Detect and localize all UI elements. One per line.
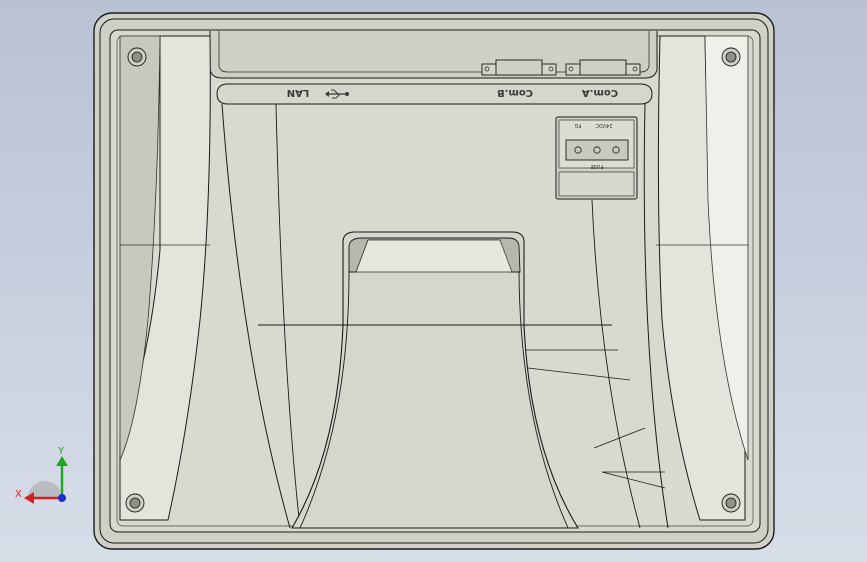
label-lan: LAN <box>287 87 309 98</box>
terminal-voltage-label: 24VDC <box>595 122 613 128</box>
screw-top-right <box>721 47 741 67</box>
triad-x-label: X <box>15 489 22 500</box>
cad-viewport[interactable]: 24VDC FG FUSE LAN Com.B Com.A Y X <box>0 0 867 562</box>
terminal-fg-label: FG <box>575 122 582 128</box>
screw-top-left <box>127 47 147 67</box>
screw-bottom-right <box>721 493 741 513</box>
device-back-panel: 24VDC FG FUSE LAN Com.B Com.A <box>93 12 775 550</box>
triad-z-axis <box>58 494 66 502</box>
label-com-b: Com.B <box>497 87 533 98</box>
label-com-a: Com.A <box>582 87 618 98</box>
stand-slot-inner <box>355 239 513 273</box>
terminal-plug <box>565 139 629 161</box>
fuse-label: FUSE <box>591 163 604 169</box>
triad-y-label: Y <box>57 446 65 457</box>
axis-triad: Y X <box>15 446 68 504</box>
power-terminal-block: 24VDC FG FUSE <box>555 116 638 200</box>
triad-y-arrow <box>56 456 68 466</box>
screw-bottom-left <box>125 493 145 513</box>
fuse-holder <box>558 171 635 197</box>
